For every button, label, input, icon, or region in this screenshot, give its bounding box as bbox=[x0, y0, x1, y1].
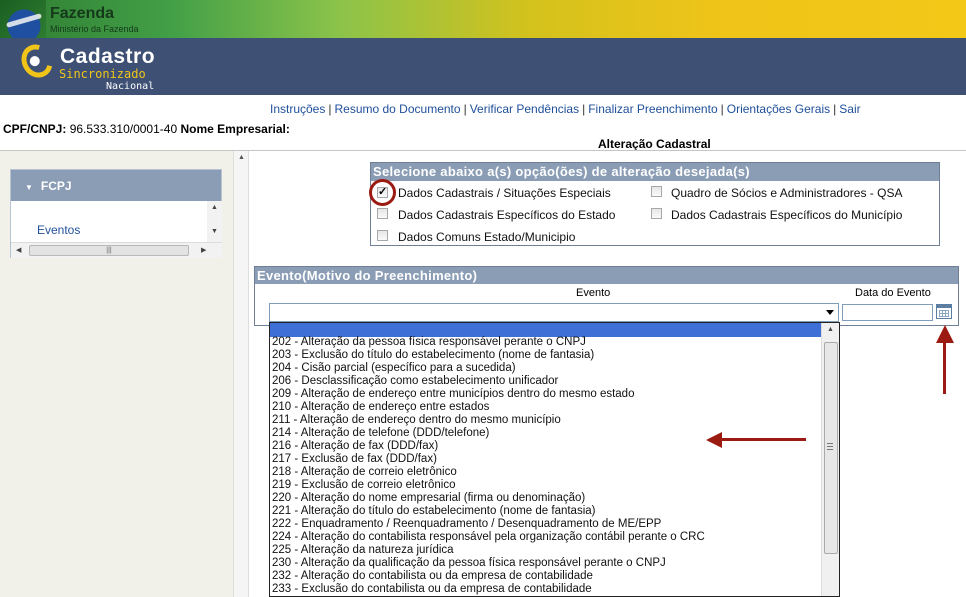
nav-separator: | bbox=[463, 102, 467, 116]
evento-dropdown-list[interactable]: 202 - Alteração da pessoa física respons… bbox=[269, 322, 840, 597]
list-item[interactable]: 232 - Alteração do contabilista ou da em… bbox=[272, 570, 705, 583]
list-item[interactable]: 216 - Alteração de fax (DDD/fax) bbox=[272, 440, 705, 453]
evento-title: Evento(Motivo do Preenchimento) bbox=[255, 267, 958, 284]
nav-link-orientacoes[interactable]: Orientações Gerais bbox=[727, 102, 830, 116]
evento-options: 202 - Alteração da pessoa física respons… bbox=[272, 336, 705, 596]
logo-line3: Nacional bbox=[106, 81, 155, 92]
data-evento-input[interactable] bbox=[842, 304, 933, 321]
list-item[interactable]: 222 - Enquadramento / Reenquadramento / … bbox=[272, 518, 705, 531]
annotation-arrow-left-icon bbox=[706, 432, 806, 448]
logo-bar: Cadastro Sincronizado Nacional bbox=[0, 38, 966, 95]
nav-link-finalizar[interactable]: Finalizar Preenchimento bbox=[588, 102, 717, 116]
checkbox-qsa[interactable] bbox=[651, 186, 662, 197]
options-title: Selecione abaixo a(s) opção(ões) de alte… bbox=[371, 163, 939, 181]
fcpj-horizontal-scrollbar[interactable]: ◀ ||| ▶ bbox=[11, 242, 222, 258]
list-item[interactable]: 206 - Desclassificação como estabelecime… bbox=[272, 375, 705, 388]
gov-title: Fazenda bbox=[50, 5, 115, 22]
nav-link-resumo[interactable]: Resumo do Documento bbox=[334, 102, 460, 116]
option-label: Dados Comuns Estado/Municipio bbox=[398, 230, 576, 244]
fcpj-header[interactable]: ▼ FCPJ bbox=[11, 170, 221, 201]
nome-label: Nome Empresarial: bbox=[180, 122, 290, 136]
data-column-label: Data do Evento bbox=[855, 287, 931, 299]
cpf-label: CPF/CNPJ: bbox=[3, 122, 67, 136]
scroll-grip-icon bbox=[827, 443, 833, 450]
fcpj-vertical-scrollbar[interactable]: ▲ ▼ bbox=[207, 201, 222, 242]
nav-separator: | bbox=[720, 102, 724, 116]
logo-line1: Cadastro bbox=[60, 45, 156, 68]
nav-link-instrucoes[interactable]: Instruções bbox=[270, 102, 325, 116]
dropdown-scrollbar[interactable]: ▲ bbox=[821, 323, 839, 596]
scroll-up-icon[interactable]: ▲ bbox=[211, 204, 218, 211]
dropdown-arrow-icon[interactable] bbox=[826, 310, 834, 315]
list-item[interactable]: 221 - Alteração do título do estabelecim… bbox=[272, 505, 705, 518]
annotation-circle bbox=[369, 179, 396, 206]
nav-link-sair[interactable]: Sair bbox=[839, 102, 860, 116]
list-item[interactable]: 214 - Alteração de telefone (DDD/telefon… bbox=[272, 427, 705, 440]
nav-link-verificar[interactable]: Verificar Pendências bbox=[470, 102, 579, 116]
scroll-thumb[interactable]: ||| bbox=[29, 245, 189, 256]
annotation-arrow-up-icon bbox=[936, 325, 954, 395]
brazil-flag-icon bbox=[0, 0, 46, 38]
option-label: Dados Cadastrais Específicos do Estado bbox=[398, 208, 616, 222]
calendar-icon[interactable] bbox=[936, 304, 952, 319]
page-title: Alteração Cadastral bbox=[598, 137, 711, 151]
list-item[interactable]: 209 - Alteração de endereço entre municí… bbox=[272, 388, 705, 401]
nav-separator: | bbox=[582, 102, 586, 116]
frame-scrollbar[interactable]: ▲ bbox=[233, 151, 249, 597]
selected-empty-option[interactable] bbox=[270, 323, 821, 337]
cpf-value: 96.533.310/0001-40 bbox=[69, 122, 178, 136]
nav-separator: | bbox=[328, 102, 332, 116]
evento-select[interactable] bbox=[269, 303, 839, 322]
option-label: Dados Cadastrais Específicos do Municípi… bbox=[671, 208, 903, 222]
scroll-up-icon[interactable]: ▲ bbox=[827, 326, 834, 333]
checkbox-dados-comuns[interactable] bbox=[377, 230, 388, 241]
list-item[interactable]: 233 - Exclusão do contabilista ou da emp… bbox=[272, 583, 705, 596]
list-item[interactable]: 220 - Alteração do nome empresarial (fir… bbox=[272, 492, 705, 505]
top-nav: Instruções | Resumo do Documento | Verificar… bbox=[270, 102, 861, 116]
option-label: Quadro de Sócios e Administradores - QSA bbox=[671, 186, 903, 200]
list-item[interactable]: 202 - Alteração da pessoa física respons… bbox=[272, 336, 705, 349]
checkbox-dados-estado[interactable] bbox=[377, 208, 388, 219]
list-item[interactable]: 218 - Alteração de correio eletrônico bbox=[272, 466, 705, 479]
list-item[interactable]: 211 - Alteração de endereço dentro do me… bbox=[272, 414, 705, 427]
nav-separator: | bbox=[833, 102, 837, 116]
list-item[interactable]: 217 - Exclusão de fax (DDD/fax) bbox=[272, 453, 705, 466]
logo-line2: Sincronizado bbox=[59, 67, 146, 81]
scroll-down-icon[interactable]: ▼ bbox=[211, 228, 218, 235]
fcpj-body: Eventos bbox=[11, 201, 207, 242]
gov-bar: Fazenda Ministério da Fazenda bbox=[0, 0, 966, 38]
scroll-left-icon[interactable]: ◀ bbox=[16, 246, 21, 254]
list-item[interactable]: 224 - Alteração do contabilista responsá… bbox=[272, 531, 705, 544]
taxpayer-info: CPF/CNPJ: 96.533.310/0001-40 Nome Empres… bbox=[3, 122, 290, 136]
list-item[interactable]: 219 - Exclusão de correio eletrônico bbox=[272, 479, 705, 492]
app-logo: Cadastro Sincronizado Nacional bbox=[12, 38, 182, 95]
checkbox-dados-municipio[interactable] bbox=[651, 208, 662, 219]
scroll-right-icon[interactable]: ▶ bbox=[201, 246, 206, 254]
expand-triangle-icon: ▼ bbox=[25, 183, 33, 192]
logo-icon bbox=[15, 38, 59, 84]
fcpj-panel: ▼ FCPJ Eventos ▲ ▼ ◀ ||| ▶ bbox=[10, 169, 222, 258]
sidebar-item-eventos[interactable]: Eventos bbox=[37, 223, 80, 237]
list-item[interactable]: 203 - Exclusão do título do estabelecime… bbox=[272, 349, 705, 362]
list-item[interactable]: 230 - Alteração da qualificação da pesso… bbox=[272, 557, 705, 570]
option-label: Dados Cadastrais / Situações Especiais bbox=[398, 186, 611, 200]
fcpj-title: FCPJ bbox=[40, 179, 72, 193]
gov-subtitle: Ministério da Fazenda bbox=[50, 24, 139, 34]
list-item[interactable]: 210 - Alteração de endereço entre estado… bbox=[272, 401, 705, 414]
list-item[interactable]: 225 - Alteração da natureza jurídica bbox=[272, 544, 705, 557]
evento-column-label: Evento bbox=[576, 287, 611, 299]
scroll-up-icon[interactable]: ▲ bbox=[238, 154, 245, 161]
list-item[interactable]: 204 - Cisão parcial (específico para a s… bbox=[272, 362, 705, 375]
